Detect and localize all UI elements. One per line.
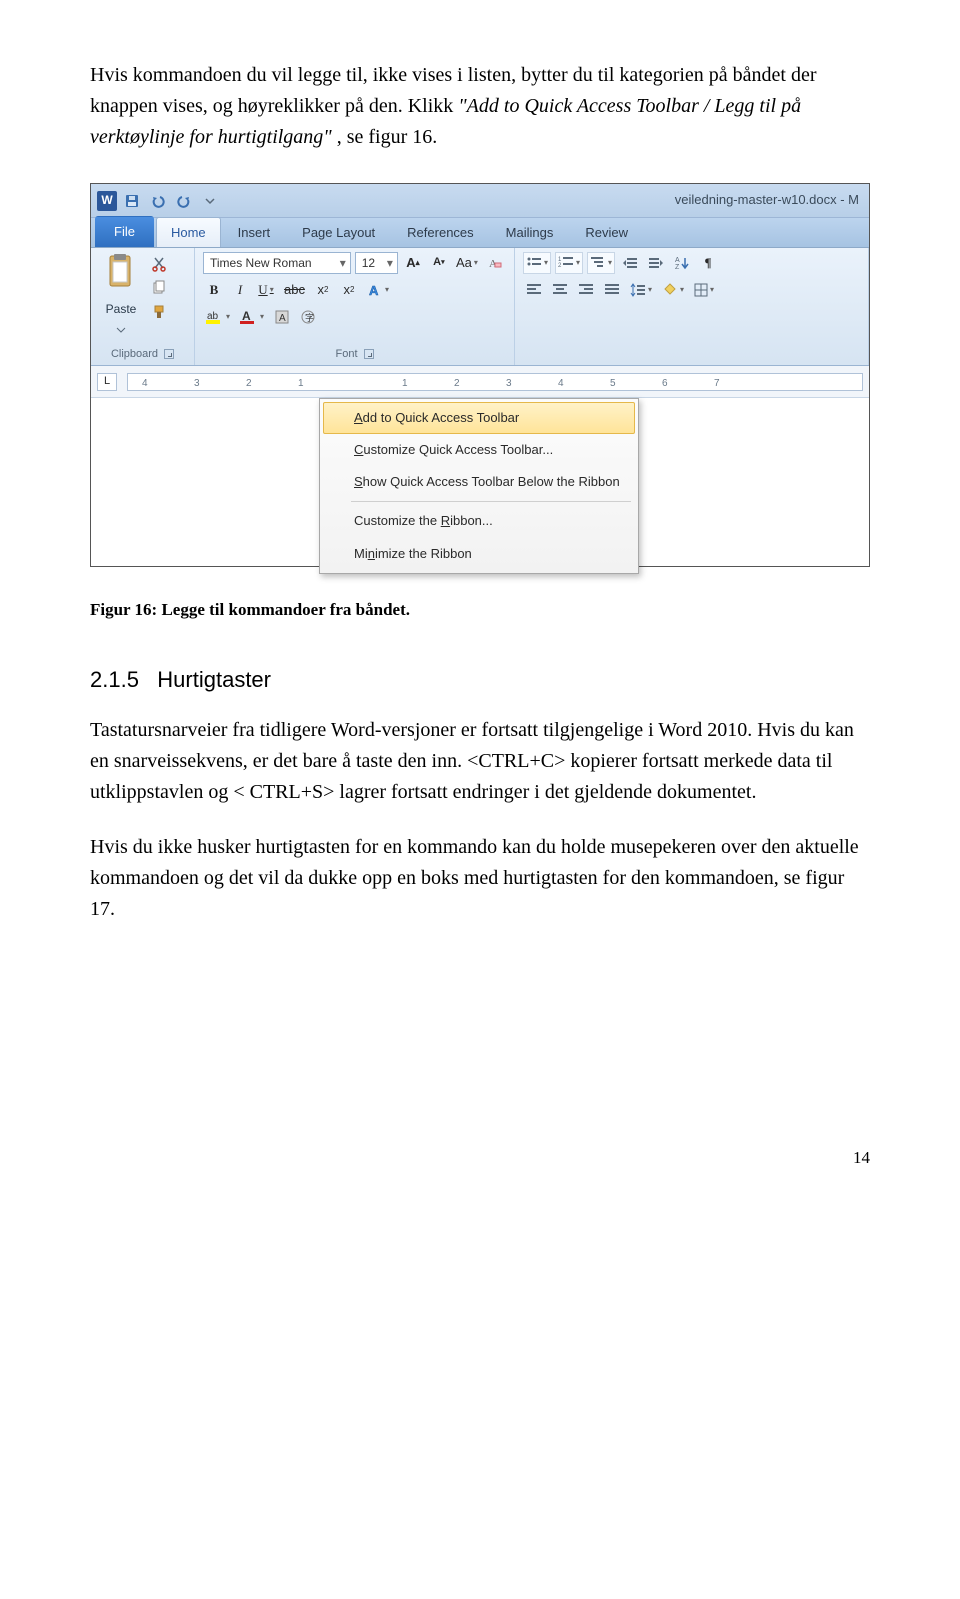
paragraph-1: Hvis kommandoen du vil legge til, ikke v… bbox=[90, 60, 870, 153]
highlight-icon[interactable]: ab▾ bbox=[203, 306, 233, 328]
copy-icon[interactable] bbox=[149, 278, 169, 298]
tab-references[interactable]: References bbox=[392, 217, 488, 247]
show-hide-icon[interactable]: ¶ bbox=[697, 252, 719, 274]
ruler-area: L 4 3 2 1 1 2 3 4 5 6 7 bbox=[91, 366, 869, 398]
svg-text:2: 2 bbox=[558, 263, 562, 269]
shading-icon[interactable]: ▾ bbox=[659, 279, 687, 301]
superscript-icon[interactable]: x2 bbox=[338, 279, 360, 301]
strikethrough-icon[interactable]: abc bbox=[281, 279, 308, 301]
increase-indent-icon[interactable] bbox=[645, 252, 667, 274]
menu-separator bbox=[351, 501, 631, 502]
menu-add-to-qat[interactable]: Add to Quick Access Toolbar bbox=[323, 402, 635, 434]
numbering-icon[interactable]: 12▾ bbox=[555, 252, 583, 274]
paragraph-2: Tastatursnarveier fra tidligere Word-ver… bbox=[90, 715, 870, 808]
decrease-indent-icon[interactable] bbox=[619, 252, 641, 274]
font-size-value: 12 bbox=[362, 254, 375, 273]
clipboard-group-label: Clipboard bbox=[111, 346, 158, 363]
change-case-icon[interactable]: Aa▾ bbox=[454, 252, 480, 274]
font-dialog-launcher-icon[interactable] bbox=[364, 349, 374, 359]
group-paragraph: ▾ 12▾ ▾ AZ bbox=[515, 248, 869, 365]
bullets-icon[interactable]: ▾ bbox=[523, 252, 551, 274]
align-left-icon[interactable] bbox=[523, 279, 545, 301]
figure-16-caption: Figur 16: Legge til kommandoer fra bånde… bbox=[90, 597, 870, 623]
word-app-icon: W bbox=[97, 191, 117, 211]
save-icon[interactable] bbox=[121, 190, 143, 212]
title-bar: W veiledning-master-w10.docx - M bbox=[91, 184, 869, 218]
align-right-icon[interactable] bbox=[575, 279, 597, 301]
heading-2-1-5: 2.1.5 Hurtigtaster bbox=[90, 663, 870, 697]
font-group-label: Font bbox=[335, 346, 357, 363]
redo-icon[interactable] bbox=[173, 190, 195, 212]
multilevel-list-icon[interactable]: ▾ bbox=[587, 252, 615, 274]
tab-file[interactable]: File bbox=[95, 216, 154, 247]
paragraph-3: Hvis du ikke husker hurtigtasten for en … bbox=[90, 832, 870, 925]
underline-icon[interactable]: U▾ bbox=[255, 279, 277, 301]
para1-part-c: , se figur 16. bbox=[337, 126, 438, 148]
document-area[interactable]: Add to Quick Access Toolbar Customize Qu… bbox=[91, 398, 869, 566]
svg-text:A: A bbox=[242, 309, 251, 323]
grow-font-icon[interactable]: A▴ bbox=[402, 252, 424, 274]
figure-16-screenshot: W veiledning-master-w10.docx - M File Ho… bbox=[90, 183, 870, 567]
group-font: Times New Roman ▾ 12 ▾ A▴ A▾ Aa▾ A B bbox=[195, 248, 515, 365]
horizontal-ruler[interactable]: 4 3 2 1 1 2 3 4 5 6 7 bbox=[127, 373, 863, 391]
font-name-combo[interactable]: Times New Roman ▾ bbox=[203, 252, 351, 274]
bold-icon[interactable]: B bbox=[203, 279, 225, 301]
font-color-icon[interactable]: A▾ bbox=[237, 306, 267, 328]
menu-minimize-ribbon[interactable]: Minimize the Ribbon bbox=[323, 538, 635, 570]
shrink-font-icon[interactable]: A▾ bbox=[428, 252, 450, 274]
qat-customize-icon[interactable] bbox=[199, 190, 221, 212]
menu-customize-qat[interactable]: Customize Quick Access Toolbar... bbox=[323, 434, 635, 466]
heading-number: 2.1.5 bbox=[90, 667, 139, 692]
tab-selector-button[interactable]: L bbox=[97, 373, 117, 391]
borders-icon[interactable]: ▾ bbox=[691, 279, 717, 301]
text-effects-icon[interactable]: A▾ bbox=[364, 279, 392, 301]
clear-formatting-icon[interactable]: A bbox=[484, 252, 506, 274]
format-painter-icon[interactable] bbox=[149, 302, 169, 322]
align-center-icon[interactable] bbox=[549, 279, 571, 301]
svg-text:A: A bbox=[369, 283, 379, 298]
svg-text:字: 字 bbox=[305, 312, 314, 323]
font-size-combo[interactable]: 12 ▾ bbox=[355, 252, 398, 274]
ribbon-tabstrip: File Home Insert Page Layout References … bbox=[91, 218, 869, 248]
paste-button[interactable]: Paste bbox=[99, 252, 143, 339]
menu-customize-ribbon[interactable]: Customize the Ribbon... bbox=[323, 505, 635, 537]
tab-home[interactable]: Home bbox=[156, 217, 221, 247]
enclose-characters-icon[interactable]: 字 bbox=[297, 306, 319, 328]
menu-show-qat-below[interactable]: Show Quick Access Toolbar Below the Ribb… bbox=[323, 466, 635, 498]
tab-mailings[interactable]: Mailings bbox=[491, 217, 569, 247]
character-shading-icon[interactable]: A bbox=[271, 306, 293, 328]
svg-text:Z: Z bbox=[675, 264, 680, 270]
svg-text:A: A bbox=[279, 313, 286, 324]
font-name-value: Times New Roman bbox=[210, 254, 312, 273]
justify-icon[interactable] bbox=[601, 279, 623, 301]
tab-insert[interactable]: Insert bbox=[223, 217, 286, 247]
clipboard-dialog-launcher-icon[interactable] bbox=[164, 349, 174, 359]
page-number: 14 bbox=[90, 1145, 870, 1171]
svg-text:A: A bbox=[675, 257, 680, 264]
cut-icon[interactable] bbox=[149, 254, 169, 274]
tab-page-layout[interactable]: Page Layout bbox=[287, 217, 390, 247]
context-menu: Add to Quick Access Toolbar Customize Qu… bbox=[319, 398, 639, 574]
undo-icon[interactable] bbox=[147, 190, 169, 212]
sort-icon[interactable]: AZ bbox=[671, 252, 693, 274]
tab-review[interactable]: Review bbox=[570, 217, 643, 247]
subscript-icon[interactable]: x2 bbox=[312, 279, 334, 301]
line-spacing-icon[interactable]: ▾ bbox=[627, 279, 655, 301]
document-title: veiledning-master-w10.docx - M bbox=[675, 190, 863, 210]
group-clipboard: Paste Clipboard bbox=[91, 248, 195, 365]
heading-text: Hurtigtaster bbox=[157, 667, 271, 692]
paste-label: Paste bbox=[99, 300, 143, 319]
italic-icon[interactable]: I bbox=[229, 279, 251, 301]
ribbon: Paste Clipboard bbox=[91, 248, 869, 366]
